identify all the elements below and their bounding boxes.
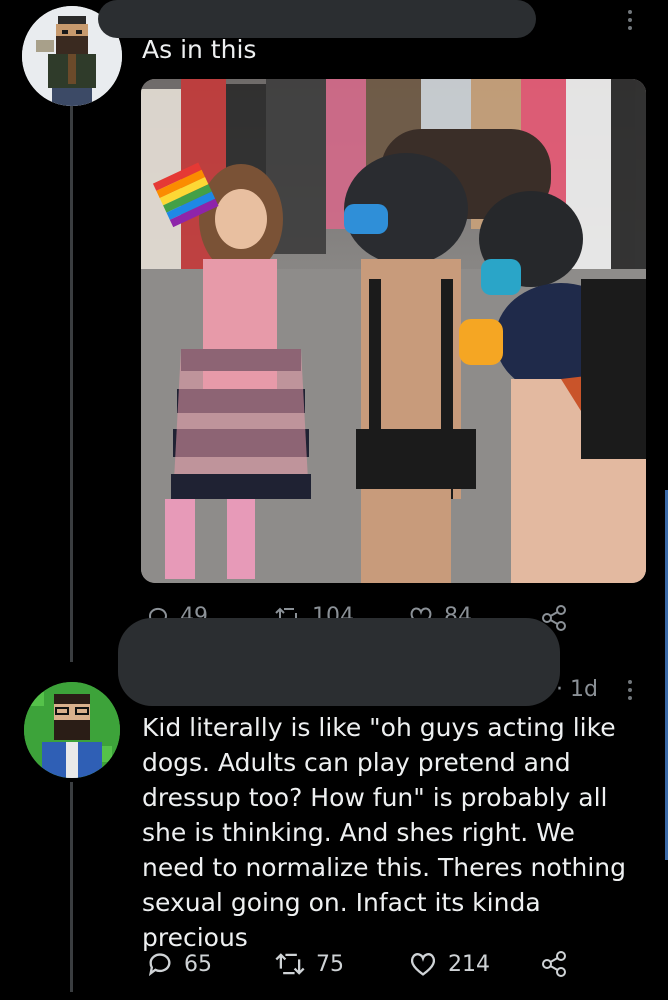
more-vertical-icon[interactable] [628, 680, 632, 704]
reply-count-2: 65 [184, 951, 212, 977]
heart-icon [410, 953, 436, 976]
pixel-avatar-glasses-man [24, 682, 120, 778]
photo-parade-scene [141, 79, 646, 583]
retweet-count-2: 75 [316, 951, 344, 977]
reply-icon [148, 953, 171, 977]
tweet-1-photo[interactable] [141, 79, 646, 583]
tweet-1-text: As in this [142, 35, 257, 64]
avatar-user-2[interactable] [24, 682, 120, 778]
retweet-icon [275, 953, 305, 975]
tweet-2-timestamp[interactable]: · 1d [556, 677, 598, 702]
tweet-2-text: Kid literally is like "oh guys acting li… [142, 713, 626, 952]
redacted-username-2 [118, 618, 560, 706]
thread-line-bottom [70, 782, 73, 992]
like-count-2: 214 [448, 951, 490, 977]
thread-line-top [70, 102, 73, 662]
share-icon [542, 951, 566, 977]
share-action-2[interactable] [540, 950, 568, 978]
more-vertical-icon[interactable] [628, 10, 632, 34]
reply-action-2[interactable]: 65 [146, 950, 212, 978]
retweet-action-2[interactable]: 75 [274, 950, 344, 978]
like-action-2[interactable]: 214 [408, 950, 490, 978]
